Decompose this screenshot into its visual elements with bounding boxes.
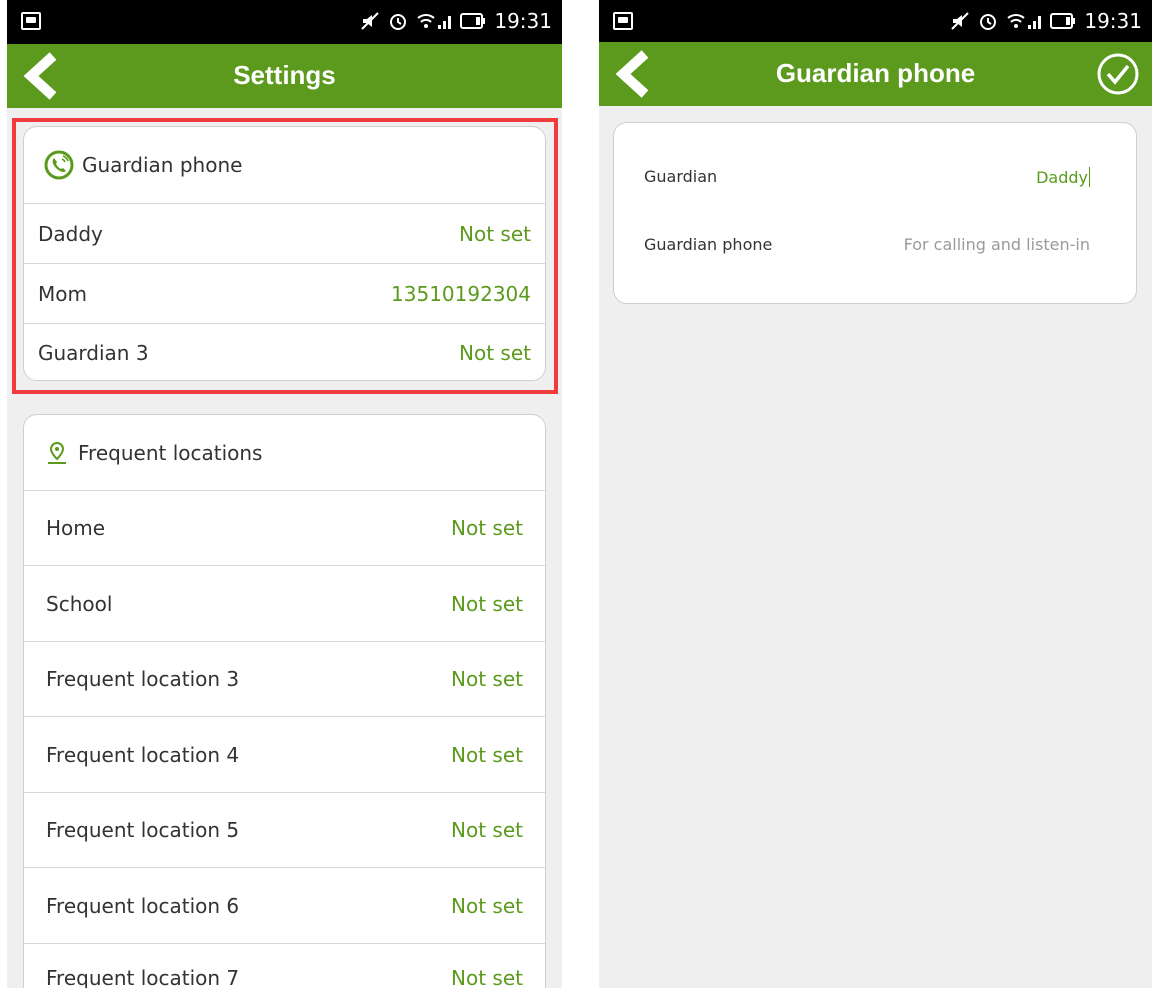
image-notification-icon	[21, 12, 41, 30]
alarm-icon	[390, 14, 407, 30]
highlight-box	[12, 118, 558, 394]
status-time: 19:31	[494, 9, 552, 33]
settings-screen: 19:31 Settings Guardian phone Daddy Not …	[7, 0, 562, 988]
mute-icon	[951, 12, 970, 30]
location-row-value: Not set	[451, 966, 523, 988]
location-row[interactable]: Frequent location 4 Not set	[24, 716, 545, 792]
location-row[interactable]: Frequent location 3 Not set	[24, 641, 545, 716]
location-row-value: Not set	[451, 516, 523, 540]
location-row-label: Frequent location 3	[46, 667, 240, 691]
text-caret	[1089, 167, 1090, 187]
location-row-value: Not set	[451, 818, 523, 842]
guardian-name-input[interactable]: Daddy	[1036, 167, 1090, 187]
page-title: Guardian phone	[775, 58, 976, 88]
location-row-label: Frequent location 5	[46, 818, 240, 842]
location-row[interactable]: Frequent location 7 Not set	[24, 943, 545, 988]
location-row-value: Not set	[451, 742, 523, 767]
guardian-phone-label: Guardian phone	[644, 235, 773, 254]
guardian-phone-field[interactable]: Guardian phone For calling and listen-in	[644, 235, 1090, 254]
location-row[interactable]: Frequent location 5 Not set	[24, 792, 545, 867]
image-notification-icon	[613, 12, 633, 30]
location-row-label: Frequent location 7	[46, 966, 240, 988]
guardian-name-value: Daddy	[1036, 168, 1088, 187]
wifi-signal-icon	[1007, 14, 1042, 29]
location-row[interactable]: School Not set	[24, 565, 545, 641]
guardian-form-card: Guardian Daddy Guardian phone For callin…	[613, 122, 1137, 304]
page-title: Settings	[233, 60, 336, 90]
wifi-signal-icon	[417, 14, 452, 29]
status-icons: 19:31	[950, 9, 1142, 33]
mute-icon	[361, 12, 380, 30]
frequent-locations-card: Frequent locations Home Not set School N…	[23, 414, 546, 988]
location-row-label: Home	[46, 516, 106, 540]
frequent-locations-header: Frequent locations	[24, 415, 545, 490]
guardian-phone-screen: 19:31 Guardian phone Guardian Daddy Guar…	[599, 0, 1152, 988]
guardian-name-field[interactable]: Guardian Daddy	[644, 167, 1090, 187]
location-row[interactable]: Frequent location 6 Not set	[24, 867, 545, 943]
battery-icon	[1050, 13, 1076, 29]
location-row-label: Frequent location 6	[46, 893, 240, 918]
confirm-check-icon[interactable]	[1096, 52, 1140, 96]
location-row-label: Frequent location 4	[46, 742, 240, 767]
app-bar: Settings	[7, 44, 562, 108]
location-row-value: Not set	[451, 667, 523, 691]
status-time: 19:31	[1084, 9, 1142, 33]
location-row-value: Not set	[451, 893, 523, 918]
location-row-label: School	[46, 591, 113, 616]
location-pin-icon	[44, 440, 70, 466]
status-bar: 19:31	[7, 0, 562, 44]
guardian-label: Guardian	[644, 167, 718, 186]
battery-icon	[460, 13, 486, 29]
status-icons: 19:31	[360, 9, 552, 33]
location-row-value: Not set	[451, 591, 523, 616]
status-bar: 19:31	[599, 0, 1152, 42]
location-row[interactable]: Home Not set	[24, 490, 545, 565]
frequent-locations-header-label: Frequent locations	[78, 440, 263, 465]
guardian-phone-input[interactable]: For calling and listen-in	[904, 235, 1090, 254]
alarm-icon	[980, 14, 997, 30]
app-bar: Guardian phone	[599, 42, 1152, 106]
